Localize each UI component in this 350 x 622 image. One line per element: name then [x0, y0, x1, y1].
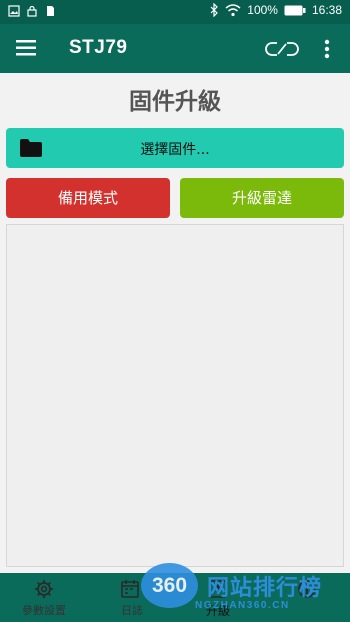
sim-notification-icon — [47, 6, 54, 16]
status-notification-icons — [8, 5, 56, 17]
link-icon[interactable] — [265, 40, 299, 58]
nav-item-settings[interactable]: 參數設置 — [0, 573, 88, 622]
log-output-area — [6, 224, 344, 567]
wifi-icon — [225, 3, 241, 16]
battery-percent: 100% — [247, 3, 278, 17]
page-title: 固件升級 — [129, 89, 221, 115]
upgrade-radar-button[interactable]: 升級雷達 — [180, 178, 344, 218]
backup-mode-button[interactable]: 備用模式 — [6, 178, 170, 218]
watermark-brand: 网站排行榜 — [207, 576, 323, 601]
image-notification-icon — [8, 5, 20, 17]
hamburger-menu-icon[interactable] — [16, 39, 36, 57]
battery-icon — [284, 5, 306, 15]
status-system-info: 100% 16:38 — [209, 3, 342, 17]
status-bar: 100% 16:38 — [0, 0, 350, 24]
bluetooth-icon — [210, 3, 219, 17]
nav-label-settings: 參數設置 — [22, 604, 66, 617]
select-firmware-label: 選擇固件... — [140, 142, 210, 158]
app-bar: STJ79 — [0, 24, 350, 73]
app-title: STJ79 — [69, 37, 128, 58]
lock-notification-icon — [27, 5, 37, 17]
calendar-icon — [121, 580, 139, 598]
watermark-logo: 360 — [141, 563, 198, 608]
gear-icon — [35, 580, 53, 598]
status-time: 16:38 — [311, 3, 342, 17]
more-vert-icon[interactable] — [322, 38, 332, 60]
select-firmware-button[interactable]: 選擇固件... — [6, 128, 344, 168]
watermark-url: NGZHAN360.CN — [195, 600, 290, 611]
